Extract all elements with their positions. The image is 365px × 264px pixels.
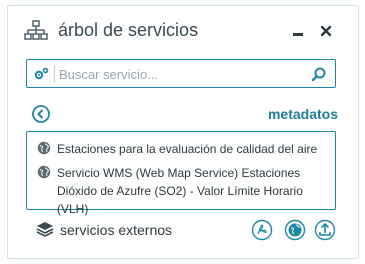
- services-list: Estaciones para la evaluación de calidad…: [26, 131, 336, 216]
- gear-icon[interactable]: [33, 66, 49, 82]
- panel-header: árbol de servicios: [8, 6, 358, 54]
- back-arrow-icon[interactable]: [32, 105, 50, 123]
- service-label: Servicio WMS (Web Map Service) Estacione…: [57, 166, 303, 216]
- minimize-icon[interactable]: [290, 23, 306, 39]
- upload-icon[interactable]: [314, 219, 336, 241]
- service-search[interactable]: [26, 59, 336, 88]
- search-divider: [54, 65, 55, 83]
- search-input[interactable]: [59, 64, 299, 84]
- sitemap-icon: [24, 20, 48, 40]
- panel-title: árbol de servicios: [58, 20, 199, 40]
- external-services-label[interactable]: servicios externos: [60, 222, 172, 238]
- globe-icon: [37, 141, 51, 155]
- globe-icon[interactable]: [284, 219, 306, 241]
- close-icon[interactable]: [318, 23, 334, 39]
- layers-icon: [36, 222, 54, 237]
- panel-footer: servicios externos: [26, 212, 340, 246]
- search-icon[interactable]: [311, 66, 327, 82]
- service-label: Estaciones para la evaluación de calidad…: [57, 142, 318, 156]
- services-tree-panel: árbol de servicios metadatos: [7, 5, 359, 259]
- metadata-link[interactable]: metadatos: [268, 106, 338, 122]
- pdf-icon[interactable]: [251, 219, 273, 241]
- globe-icon: [37, 165, 51, 179]
